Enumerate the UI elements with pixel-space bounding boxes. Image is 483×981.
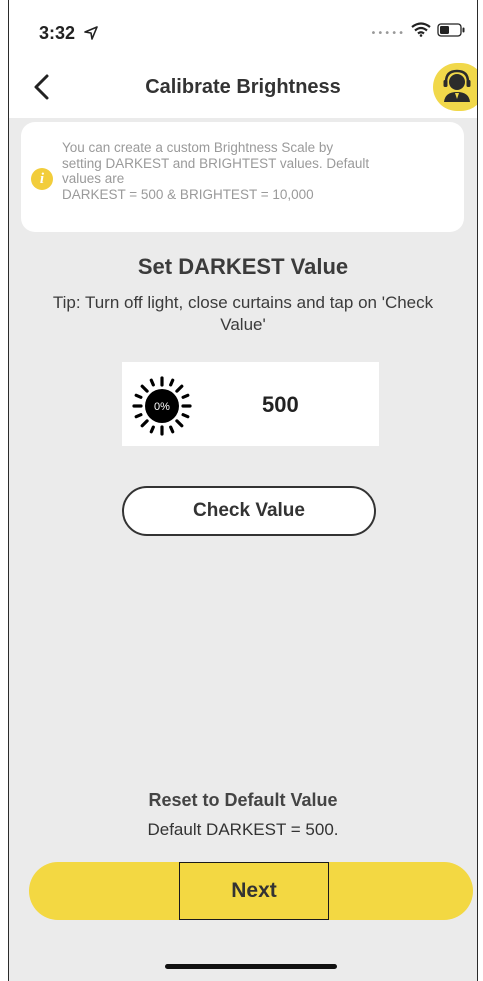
- section-title: Set DARKEST Value: [137, 254, 349, 279]
- info-card: i You can create a custom Brightness Sca…: [21, 122, 464, 232]
- info-line: values are: [62, 171, 125, 186]
- info-line: You can create a custom Brightness Scale…: [62, 140, 334, 155]
- signal-dots-icon: •••••: [370, 28, 405, 39]
- status-indicators: •••••: [371, 22, 466, 41]
- brightness-reading-card: 0% 500: [122, 362, 379, 446]
- brightness-value: 500: [262, 392, 299, 417]
- default-value-text: Default DARKEST = 500.: [147, 820, 339, 839]
- info-text: You can create a custom Brightness Scale…: [62, 140, 457, 202]
- status-time: 3:32: [39, 23, 76, 43]
- tip-text: Tip: Turn off light, close curtains and …: [52, 293, 434, 334]
- brightness-percent: 0%: [154, 401, 170, 413]
- battery-icon: [437, 22, 465, 41]
- info-icon: i: [31, 168, 53, 190]
- reset-default-link[interactable]: Reset to Default Value: [9, 790, 477, 811]
- home-indicator: [165, 964, 337, 969]
- support-agent-icon: [443, 69, 471, 102]
- check-value-button[interactable]: Check Value: [122, 486, 376, 536]
- wifi-icon: [411, 22, 431, 41]
- sun-brightness-icon: 0%: [132, 376, 192, 436]
- page-title: Calibrate Brightness: [145, 76, 341, 98]
- info-line: DARKEST = 500 & BRIGHTEST = 10,000: [62, 186, 314, 202]
- app-screen: 3:32 ••••• Calibrate Brightness i You ca…: [8, 0, 478, 981]
- location-arrow-icon: [84, 25, 98, 44]
- status-bar: 3:32 •••••: [9, 0, 477, 58]
- next-button-label[interactable]: Next: [179, 862, 329, 920]
- navigation-bar: Calibrate Brightness: [9, 58, 477, 118]
- info-line: setting DARKEST and BRIGHTEST values. De…: [62, 155, 370, 171]
- top-bar: 3:32 ••••• Calibrate Brightness: [9, 0, 477, 118]
- support-agent-button[interactable]: [433, 63, 477, 111]
